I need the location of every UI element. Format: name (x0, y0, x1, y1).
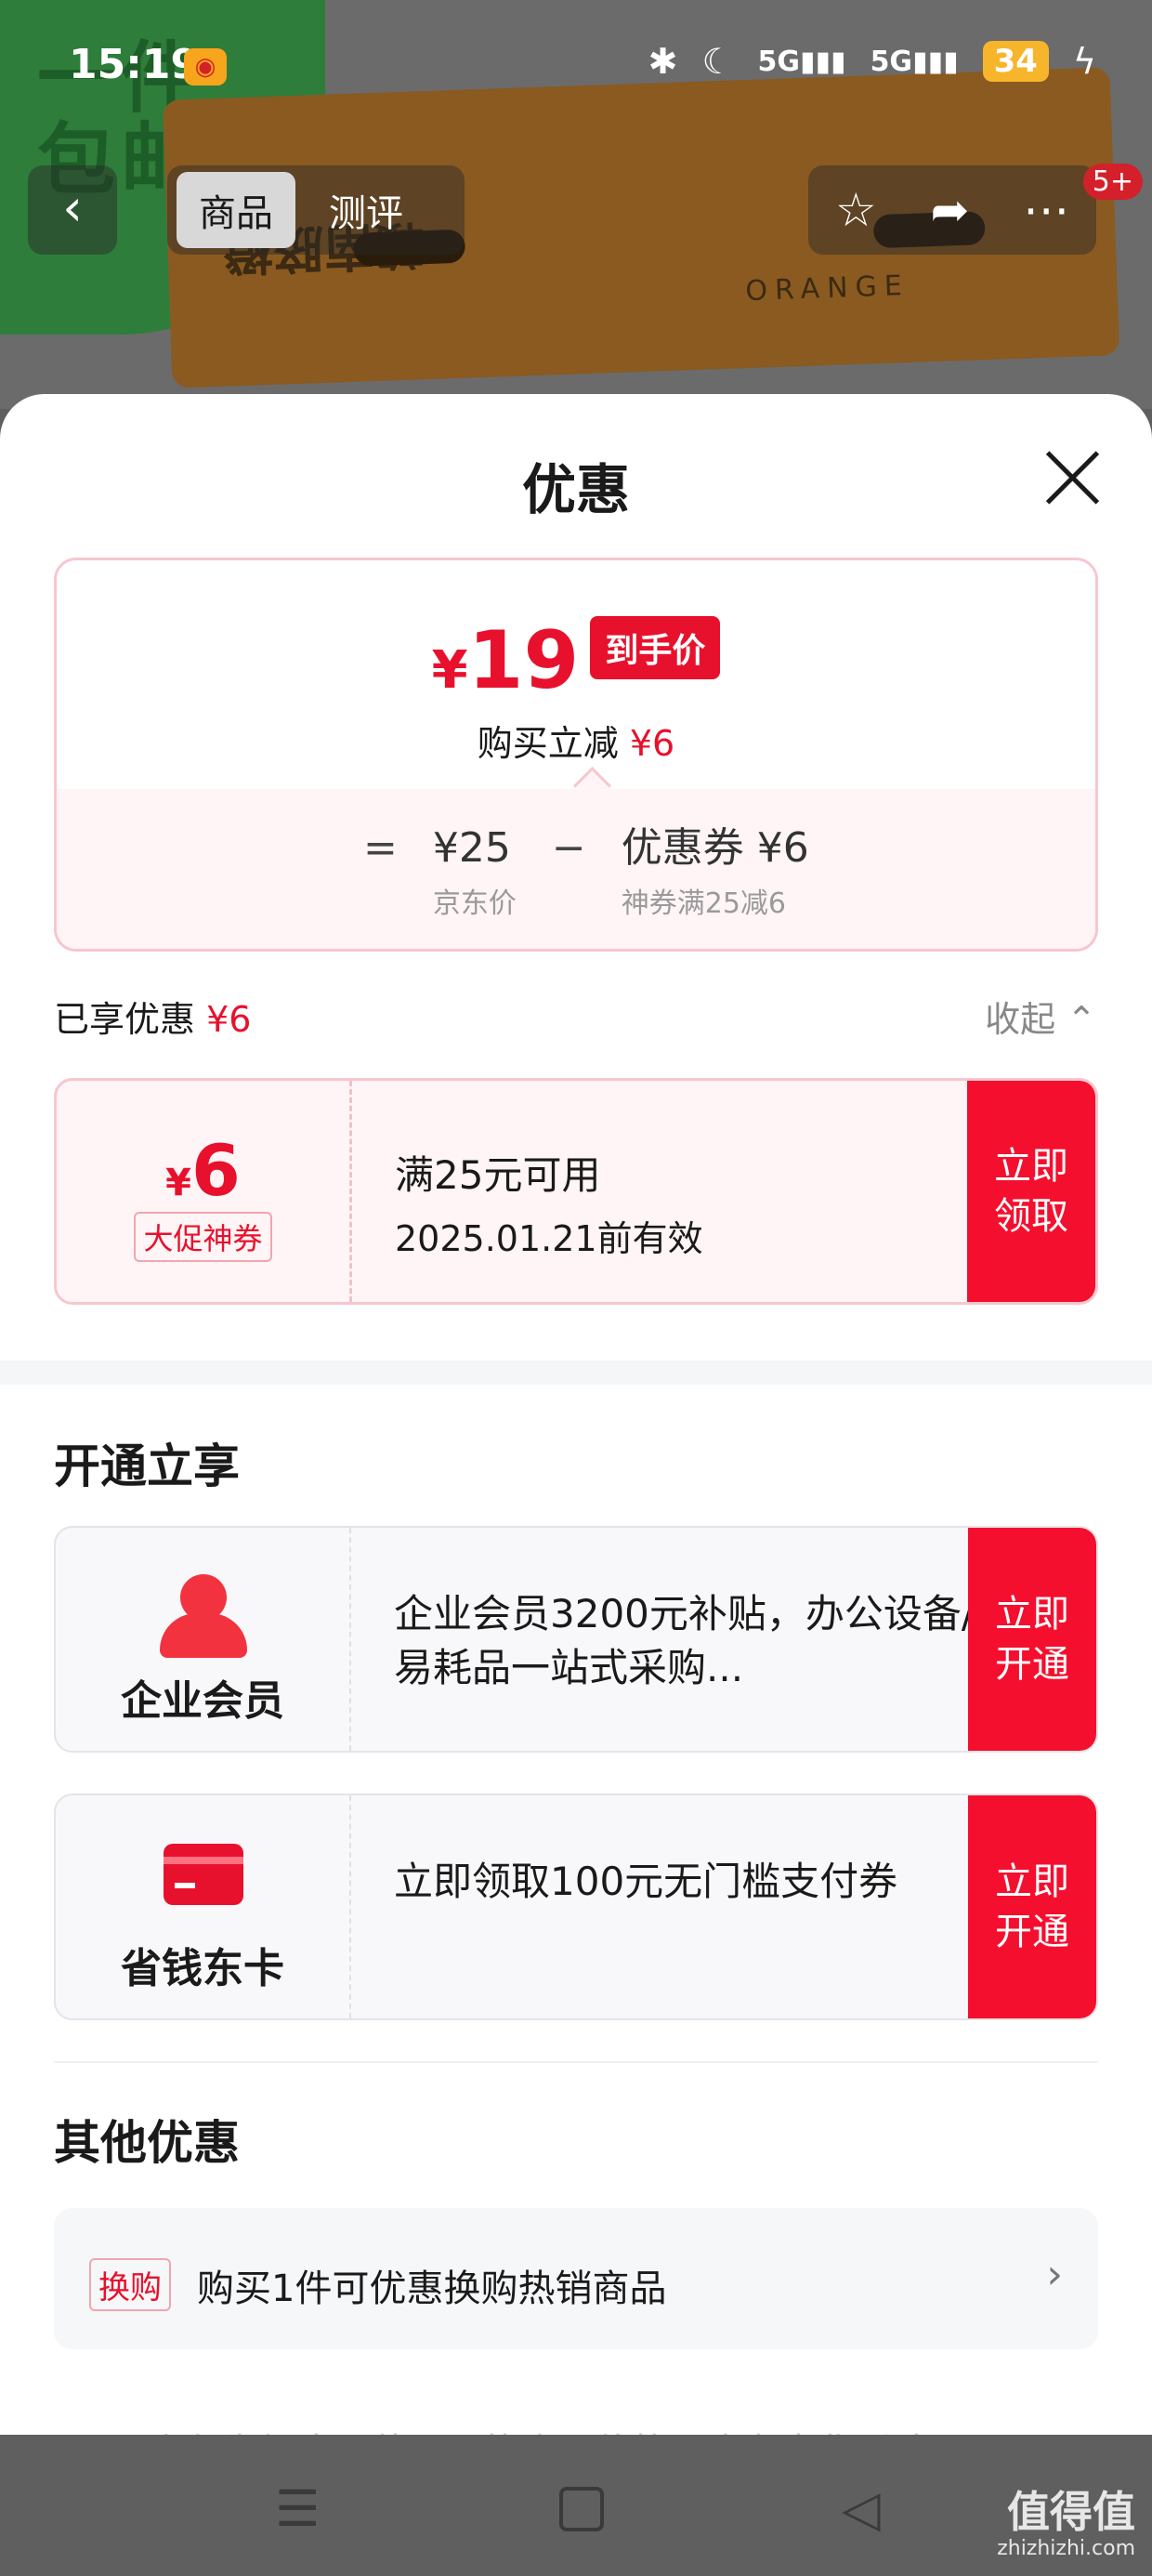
exchange-text: 购买1件可优惠换购热销商品 (197, 2267, 667, 2310)
activate-enterprise-button[interactable]: 立即 开通 (968, 1528, 1096, 1751)
currency-symbol: ¥ (431, 640, 468, 701)
final-price: ¥19 到手价 (57, 614, 1095, 707)
charging-icon: ϟ (1072, 41, 1096, 82)
signal-icon: 5G▮▮▮ (870, 45, 959, 78)
tab-product[interactable]: 商品 (177, 172, 295, 248)
coupon-discount: 优惠券 ¥6 神券满25减6 (622, 822, 809, 921)
base-price: ¥25 京东价 (433, 822, 517, 921)
discount-sheet: 优惠 ¥19 到手价 购买立减 ¥6 = ¥25 京东价 − 优惠券 ¥6 神券… (0, 394, 1152, 2435)
exchange-offer-row[interactable]: 换购 购买1件可优惠换购热销商品 › (54, 2208, 1098, 2349)
exchange-tag: 换购 (89, 2258, 171, 2311)
more-icon[interactable]: ⋯ (1023, 183, 1069, 237)
nav-actions: ☆ ➦ ⋯ (808, 165, 1096, 255)
product-tabs: 商品 测评 (167, 165, 465, 255)
system-nav-bar: ☰ ◁ (0, 2435, 1152, 2576)
final-price-tag: 到手价 (590, 616, 721, 679)
battery-icon: 34 (982, 41, 1049, 82)
chevron-left-icon: ‹ (62, 178, 83, 237)
home-icon[interactable] (559, 2487, 604, 2531)
equals-sign: = (363, 824, 398, 872)
instant-cut: 购买立减 ¥6 (57, 715, 1095, 766)
coupon-card: ¥6 大促神券 满25元可用 2025.01.21前有效 立即 领取 (54, 1078, 1098, 1305)
collapse-button[interactable]: 收起 ⌃ (985, 991, 1096, 1042)
benefit-card-savings: 省钱东卡 立即领取100元无门槛支付券 立即 开通 (54, 1794, 1098, 2020)
benefit-icon-block: 省钱东卡 (56, 1795, 351, 2018)
close-icon[interactable] (1042, 448, 1102, 507)
coupon-discount-value: 优惠券 ¥6 (621, 824, 809, 872)
instant-cut-value: ¥6 (629, 723, 675, 764)
weibo-icon: ◉ (184, 48, 227, 85)
benefit-name: 企业会员 (121, 1677, 284, 1725)
minus-sign: − (551, 824, 586, 872)
activate-savings-button[interactable]: 立即 开通 (968, 1795, 1096, 2018)
notification-badge: 5+ (1082, 164, 1143, 200)
coupon-amount: ¥6 (165, 1129, 241, 1212)
coupon-discount-label: 神券满25减6 (621, 887, 787, 920)
section-divider (0, 1360, 1152, 1385)
final-price-value: 19 (467, 614, 580, 707)
sheet-title: 优惠 (521, 458, 630, 521)
base-price-label: 京东价 (432, 887, 517, 920)
credit-card-icon (164, 1844, 243, 1905)
tab-review[interactable]: 测评 (307, 172, 425, 248)
price-summary-card: ¥19 到手价 购买立减 ¥6 = ¥25 京东价 − 优惠券 ¥6 神券满25减… (54, 558, 1098, 952)
enjoyed-discount: 已享优惠 ¥6 (54, 991, 251, 1042)
base-price-value: ¥25 (432, 824, 511, 872)
benefit-desc: 立即领取100元无门槛支付券 (394, 1859, 898, 1904)
divider (54, 2061, 1098, 2063)
moon-icon: ☾ (701, 41, 734, 82)
signal-icon: 5G▮▮▮ (757, 45, 846, 78)
status-bar: 15:19 ◉ ✱ ☾ 5G▮▮▮ 5G▮▮▮ 34 ϟ (0, 0, 1152, 139)
benefit-desc: 企业会员3200元补贴，办公设备/易耗品一站式采购... (394, 1591, 975, 1690)
enjoyed-value: ¥6 (206, 999, 252, 1040)
disclaimer-peek: 以上仅为初步预估，可能会因价格、库存变化影响 (111, 2422, 929, 2435)
watermark: 值得值 zhizhizhi.com (997, 2487, 1135, 2560)
claim-coupon-button[interactable]: 立即 领取 (967, 1081, 1095, 1302)
open-section-title: 开通立享 (54, 1439, 240, 1493)
status-right: ✱ ☾ 5G▮▮▮ 5G▮▮▮ 34 ϟ (648, 41, 1096, 82)
chevron-right-icon: › (1046, 2251, 1063, 2298)
bluetooth-icon: ✱ (648, 41, 678, 82)
back-button[interactable]: ‹ (28, 165, 117, 255)
box-sub-label: ORANGE (744, 269, 910, 309)
menu-icon[interactable]: ☰ (275, 2479, 320, 2538)
benefit-icon-block: 企业会员 (56, 1528, 351, 1751)
product-nav: ‹ 商品 测评 ☆ ➦ ⋯ (0, 165, 1152, 255)
coupon-expiry: 2025.01.21前有效 (395, 1218, 703, 1259)
coupon-amount-block: ¥6 大促神券 (57, 1081, 352, 1302)
back-icon[interactable]: ◁ (842, 2479, 881, 2538)
benefit-card-enterprise: 企业会员 企业会员3200元补贴，办公设备/易耗品一站式采购... 立即 开通 (54, 1526, 1098, 1753)
coupon-desc: 满25元可用 2025.01.21前有效 (395, 1144, 703, 1261)
status-time: 15:19 (69, 41, 200, 88)
share-icon[interactable]: ➦ (930, 183, 969, 237)
star-icon[interactable]: ☆ (835, 183, 877, 237)
price-top: ¥19 到手价 购买立减 ¥6 (57, 560, 1095, 789)
coupon-condition: 满25元可用 (395, 1152, 601, 1198)
person-icon-body (160, 1613, 247, 1658)
enjoyed-label: 已享优惠 (54, 999, 196, 1040)
instant-cut-label: 购买立减 (477, 723, 619, 764)
benefit-name: 省钱东卡 (121, 1945, 284, 1992)
coupon-tag: 大促神券 (134, 1212, 272, 1262)
other-section-title: 其他优惠 (54, 2116, 240, 2170)
price-formula: = ¥25 京东价 − 优惠券 ¥6 神券满25减6 (57, 789, 1095, 949)
